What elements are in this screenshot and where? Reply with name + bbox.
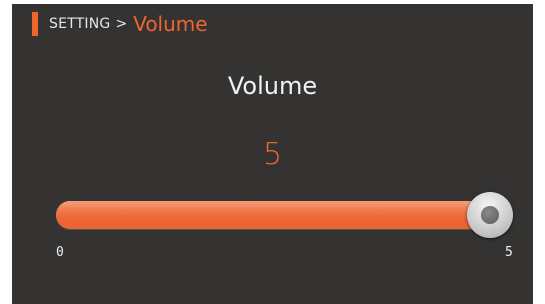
slider-min-label: 0 (56, 245, 64, 260)
volume-value: 5 (262, 137, 283, 172)
slider-fill (56, 201, 490, 229)
breadcrumb-current: Volume (133, 12, 208, 36)
breadcrumb: SETTING > Volume (32, 8, 208, 40)
breadcrumb-setting-link[interactable]: SETTING (49, 16, 110, 32)
volume-slider[interactable] (56, 192, 513, 238)
volume-settings-screen: SETTING > Volume Volume 5 0 5 (12, 4, 533, 304)
breadcrumb-separator: > (115, 16, 128, 32)
header-accent-bar-icon (32, 12, 38, 36)
slider-thumb-dot-icon (481, 206, 499, 224)
slider-thumb[interactable] (467, 192, 513, 238)
slider-max-label: 5 (505, 245, 513, 260)
page-title: Volume (227, 72, 318, 100)
